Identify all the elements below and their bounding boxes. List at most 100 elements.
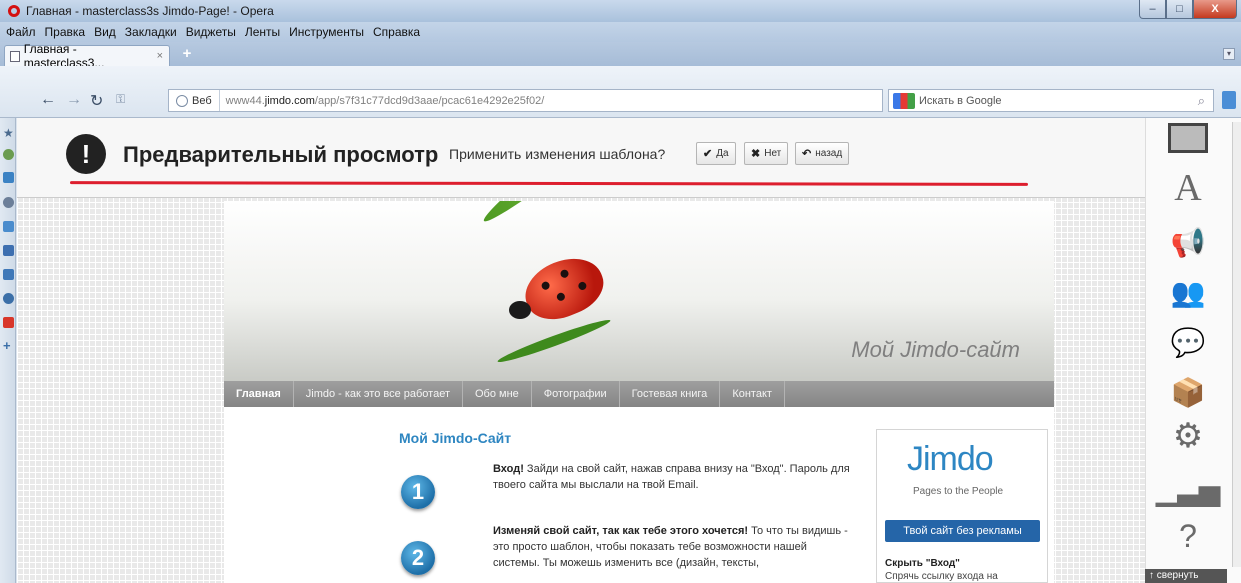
chat-icon[interactable]: 💬 <box>1166 324 1210 360</box>
forward-icon[interactable]: → <box>66 91 82 109</box>
address-toolbar: ← → ↻ ⚿ Веб www44.jimdo.com/app/s7f31c77… <box>0 66 1241 118</box>
yandex-icon[interactable] <box>3 317 14 328</box>
jimdo-logo[interactable]: Jimdo <box>907 440 994 479</box>
site-title[interactable]: Мой Jimdo-сайт <box>851 337 1020 363</box>
box-icon[interactable]: 📦 <box>1166 374 1210 410</box>
unite-icon[interactable] <box>3 269 14 280</box>
jimdo-site: Мой Jimdo-сайт Главная Jimdo - как это в… <box>224 201 1054 583</box>
jimdo-tagline: Pages to the People <box>913 486 1004 497</box>
back-label: назад <box>815 148 843 159</box>
jimdo-sidebox: Jimdo Pages to the People Твой сайт без … <box>876 429 1048 583</box>
search-placeholder: Искать в Google <box>919 94 1002 107</box>
page-scrollbar[interactable] <box>1232 122 1241 567</box>
hide-login-title: Скрыть "Вход" <box>885 558 960 569</box>
nav-home[interactable]: Главная <box>224 381 294 407</box>
search-icon[interactable]: ⌕ <box>1198 93 1205 109</box>
monitor-icon[interactable] <box>1166 120 1210 156</box>
menu-file[interactable]: Файл <box>6 25 36 39</box>
menu-view[interactable]: Вид <box>94 25 116 39</box>
megaphone-icon[interactable]: 📢 <box>1166 224 1210 260</box>
opera-logo-icon[interactable] <box>8 5 20 17</box>
widgets-icon[interactable] <box>3 149 14 160</box>
share-icon[interactable] <box>3 221 14 232</box>
cross-icon: ✖ <box>751 148 761 160</box>
no-label: Нет <box>764 148 782 159</box>
history-icon[interactable] <box>3 293 14 304</box>
ad-free-button[interactable]: Твой сайт без рекламы <box>885 520 1040 542</box>
web-label: Веб <box>192 94 212 107</box>
globe-icon <box>176 94 188 107</box>
header-image: Мой Jimdo-сайт <box>224 201 1054 381</box>
jimdo-admin-panel: A 📢 👥 💬 📦 ⚙ ▁▃▅ ? <box>1145 118 1241 583</box>
undo-arrow-icon: ↶ <box>802 148 812 160</box>
site-nav: Главная Jimdo - как это все работает Обо… <box>224 381 1054 407</box>
help-icon[interactable]: ? <box>1166 518 1210 554</box>
back-button[interactable]: ↶ назад <box>795 142 850 165</box>
users-icon[interactable]: 👥 <box>1166 274 1210 310</box>
step-one-text: Вход! Зайди на свой сайт, нажав справа в… <box>493 463 850 491</box>
tab-scroll-icon[interactable]: ▾ <box>1223 48 1235 60</box>
address-field[interactable]: Веб www44.jimdo.com/app/s7f31c77dcd9d3aa… <box>168 89 883 112</box>
nav-photos[interactable]: Фотографии <box>532 381 620 407</box>
settings-icon[interactable] <box>3 197 14 208</box>
notes-icon[interactable] <box>3 245 14 256</box>
content-heading: Мой Jimdo-Сайт <box>399 430 512 446</box>
menu-widgets[interactable]: Виджеты <box>186 25 236 39</box>
yes-button[interactable]: ✔ Да <box>696 142 736 165</box>
menu-bookmarks[interactable]: Закладки <box>125 25 177 39</box>
step-two-text: Изменяй свой сайт, так как тебе этого хо… <box>493 525 848 569</box>
minimize-button[interactable]: – <box>1139 0 1166 19</box>
nav-how-it-works[interactable]: Jimdo - как это все работает <box>294 381 463 407</box>
page-viewport: ! Предварительный просмотр Применить изм… <box>17 118 1145 583</box>
nav-contact[interactable]: Контакт <box>720 381 785 407</box>
collapse-button[interactable]: ↑ свернуть <box>1145 569 1227 583</box>
tab-main[interactable]: Главная - masterclass3... × <box>4 42 170 70</box>
menu-edit[interactable]: Правка <box>45 25 86 39</box>
menu-feeds[interactable]: Ленты <box>245 25 280 39</box>
window-titlebar: Главная - masterclass3s Jimdo-Page! - Op… <box>0 0 1241 22</box>
hide-login-text: Спрячь ссылку входа на <box>885 571 998 582</box>
new-tab-icon[interactable]: + <box>180 46 194 61</box>
back-icon[interactable]: ← <box>40 91 56 109</box>
mail-icon[interactable] <box>3 172 14 183</box>
preview-bar: ! Предварительный просмотр Применить изм… <box>17 118 1145 198</box>
preview-question: Применить изменения шаблона? <box>449 146 666 162</box>
step-one-icon: 1 <box>401 475 435 509</box>
font-icon[interactable]: A <box>1166 167 1210 209</box>
preview-title: Предварительный просмотр <box>123 142 439 167</box>
document-icon <box>10 50 20 62</box>
search-field[interactable]: Искать в Google ⌕ <box>888 89 1214 112</box>
stats-icon[interactable]: ▁▃▅ <box>1156 472 1221 508</box>
step-two-icon: 2 <box>401 541 435 575</box>
star-icon[interactable]: ★ <box>3 126 14 140</box>
yes-label: Да <box>716 148 729 159</box>
menu-bar: Файл Правка Вид Закладки Виджеты Ленты И… <box>0 22 1241 42</box>
red-underline <box>69 181 1029 186</box>
maximize-button[interactable]: □ <box>1166 0 1193 19</box>
check-icon: ✔ <box>703 148 713 160</box>
key-icon[interactable]: ⚿ <box>116 92 125 107</box>
tab-close-icon[interactable]: × <box>157 50 163 62</box>
exclamation-icon: ! <box>66 134 106 174</box>
nav-guestbook[interactable]: Гостевая книга <box>620 381 721 407</box>
reload-icon[interactable]: ↻ <box>90 91 103 111</box>
nav-about[interactable]: Обо мне <box>463 381 532 407</box>
no-button[interactable]: ✖ Нет <box>744 142 789 165</box>
ladybug-image <box>516 248 612 329</box>
menu-help[interactable]: Справка <box>373 25 420 39</box>
window-title: Главная - masterclass3s Jimdo-Page! - Op… <box>26 4 274 18</box>
google-icon[interactable] <box>893 92 915 109</box>
tab-bar: Главная - masterclass3... × + ▾ <box>0 42 1241 70</box>
add-panel-icon[interactable]: + <box>3 339 14 352</box>
site-content: Мой Jimdo-Сайт 1 Вход! Зайди на свой сай… <box>224 407 1054 583</box>
close-window-button[interactable]: X <box>1193 0 1237 19</box>
web-chip[interactable]: Веб <box>169 90 220 111</box>
panel-toggle-icon[interactable] <box>1222 91 1236 109</box>
gear-icon[interactable]: ⚙ <box>1166 417 1210 455</box>
leaf-image <box>477 201 688 229</box>
url-text: www44.jimdo.com/app/s7f31c77dcd9d3aae/pc… <box>225 94 545 107</box>
menu-tools[interactable]: Инструменты <box>289 25 364 39</box>
window-controls: – □ X <box>1139 0 1237 19</box>
opera-sidebar: ★ + <box>0 118 16 583</box>
stem-image <box>495 315 613 367</box>
